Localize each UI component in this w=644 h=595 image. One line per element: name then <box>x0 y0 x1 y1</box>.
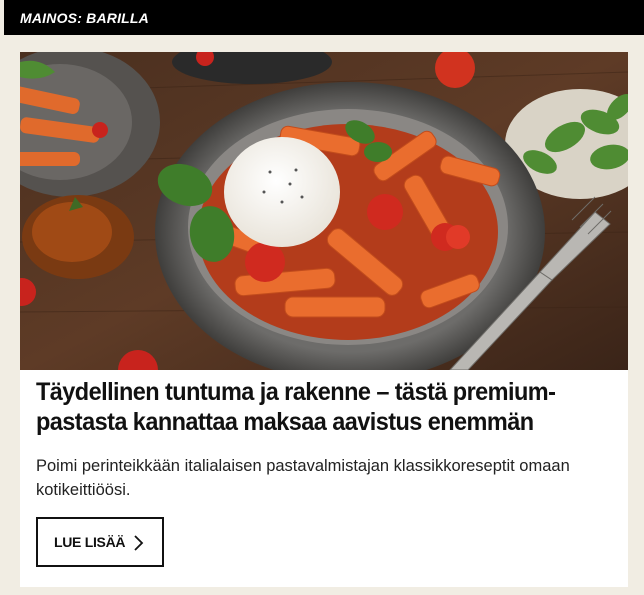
hero-image[interactable] <box>20 52 628 370</box>
sponsor-bar: MAINOS: BARILLA <box>4 0 644 35</box>
sponsor-label: MAINOS: BARILLA <box>20 9 149 26</box>
read-more-button[interactable]: LUE LISÄÄ <box>36 517 164 567</box>
article-description: Poimi perinteikkään italialaisen pastava… <box>36 457 570 499</box>
article-headline[interactable]: Täydellinen tuntuma ja rakenne – tästä p… <box>36 377 581 437</box>
read-more-label: LUE LISÄÄ <box>54 534 126 550</box>
ad-card[interactable]: Täydellinen tuntuma ja rakenne – tästä p… <box>20 52 628 587</box>
chevron-right-icon <box>134 535 144 556</box>
